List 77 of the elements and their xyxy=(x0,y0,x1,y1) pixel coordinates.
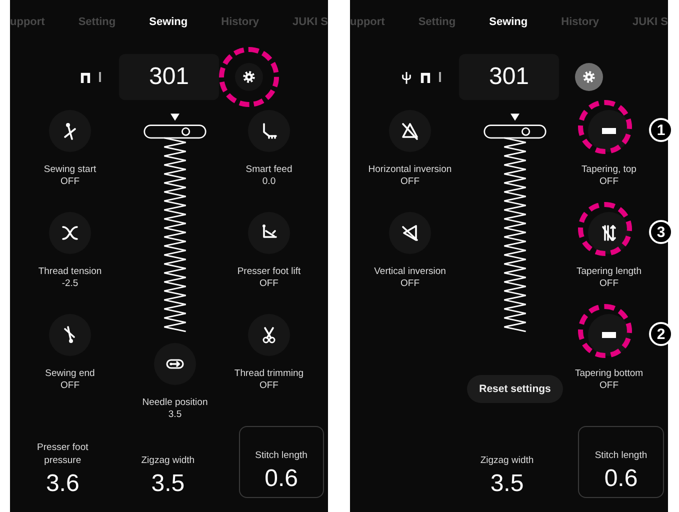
readout-label: Zigzag width xyxy=(479,454,535,467)
callout-ring xyxy=(578,202,632,256)
tab[interactable]: History xyxy=(221,16,260,28)
tab[interactable]: upport xyxy=(10,16,45,28)
setting-value: 3.5 xyxy=(168,409,182,421)
indicator-bar xyxy=(439,72,441,82)
setting-label: Thread trimming xyxy=(234,368,304,380)
setting-label: Tapering, top xyxy=(582,164,636,176)
readout-value: 3.6 xyxy=(46,470,80,498)
readout-value: 3.5 xyxy=(151,470,185,498)
callout-ring xyxy=(578,100,632,154)
readout-label: Stitch length xyxy=(594,449,648,462)
setting-label: Tapering bottom xyxy=(574,368,644,380)
setting-label: Sewing end xyxy=(45,368,95,380)
setting-label: Presser foot lift xyxy=(237,266,301,278)
callout-ring xyxy=(578,304,632,358)
crossed-curves-icon xyxy=(60,223,80,243)
readout-value: 0.6 xyxy=(604,465,638,493)
setting-button[interactable] xyxy=(248,212,290,254)
tab[interactable]: Sewing xyxy=(149,16,188,28)
setting-button[interactable] xyxy=(49,110,91,152)
reset-settings-button[interactable]: Reset settings xyxy=(467,375,563,403)
tab[interactable]: History xyxy=(561,16,600,28)
setting-button[interactable] xyxy=(588,314,630,356)
callout-number: 3 xyxy=(649,220,673,244)
setting-button[interactable] xyxy=(588,212,630,254)
tab[interactable]: Setting xyxy=(418,16,456,28)
readout-frame[interactable]: Stitch length 0.6 xyxy=(238,426,324,498)
indicator-bar xyxy=(99,72,101,82)
setting-value: OFF xyxy=(600,380,618,392)
setting-label: Sewing start xyxy=(44,164,96,176)
settings-icon xyxy=(582,70,596,84)
tab[interactable]: Setting xyxy=(78,16,116,28)
callout-number: 1 xyxy=(649,118,673,142)
setting-value: OFF xyxy=(600,176,618,188)
needle-arrow-icon xyxy=(599,223,619,243)
setting-value: OFF xyxy=(60,176,80,188)
setting-value: OFF xyxy=(259,380,278,392)
crossed-triangle-icon xyxy=(400,121,420,141)
setting-button[interactable] xyxy=(588,110,630,152)
setting-button[interactable] xyxy=(248,314,290,356)
readout-value: 3.5 xyxy=(490,470,524,498)
crossed-triangle-icon xyxy=(400,223,420,243)
callout-number: 2 xyxy=(649,322,673,346)
setting-value: 0.0 xyxy=(262,176,276,188)
settings-button[interactable] xyxy=(235,63,263,91)
settings-icon xyxy=(242,70,256,84)
setting-value: OFF xyxy=(400,278,420,290)
setting-button[interactable] xyxy=(389,110,431,152)
setting-label: Needle position xyxy=(142,397,208,409)
setting-value: OFF xyxy=(259,278,278,290)
tab[interactable]: Sewing xyxy=(489,16,528,28)
readout-label: Stitch length xyxy=(254,449,308,462)
setting-button[interactable] xyxy=(154,343,196,385)
setting-button[interactable] xyxy=(49,314,91,356)
tab[interactable]: upport xyxy=(350,16,385,28)
setting-label: Tapering length xyxy=(576,266,642,278)
setting-label: Horizontal inversion xyxy=(368,164,452,176)
setting-button[interactable] xyxy=(389,212,431,254)
setting-value: OFF xyxy=(600,278,618,290)
settings-button[interactable] xyxy=(575,63,603,91)
setting-value: OFF xyxy=(60,380,80,392)
readout-label: Presser foot pressure xyxy=(36,441,90,467)
readout-frame[interactable]: Stitch length 0.6 xyxy=(578,426,664,498)
setting-value: -2.5 xyxy=(62,278,78,290)
setting-button[interactable] xyxy=(248,110,290,152)
setting-label: Vertical inversion xyxy=(374,266,446,278)
setting-button[interactable] xyxy=(49,212,91,254)
tab[interactable]: JUKI S xyxy=(292,16,328,28)
readout-value: 0.6 xyxy=(264,465,298,493)
pattern-number: 301 xyxy=(119,54,219,100)
readout-label: Zigzag width xyxy=(140,454,196,467)
pattern-number: 301 xyxy=(459,54,559,100)
setting-value: OFF xyxy=(400,176,420,188)
setting-label: Smart feed xyxy=(246,164,292,176)
tab[interactable]: JUKI S xyxy=(632,16,668,28)
setting-label: Thread tension xyxy=(38,266,102,278)
